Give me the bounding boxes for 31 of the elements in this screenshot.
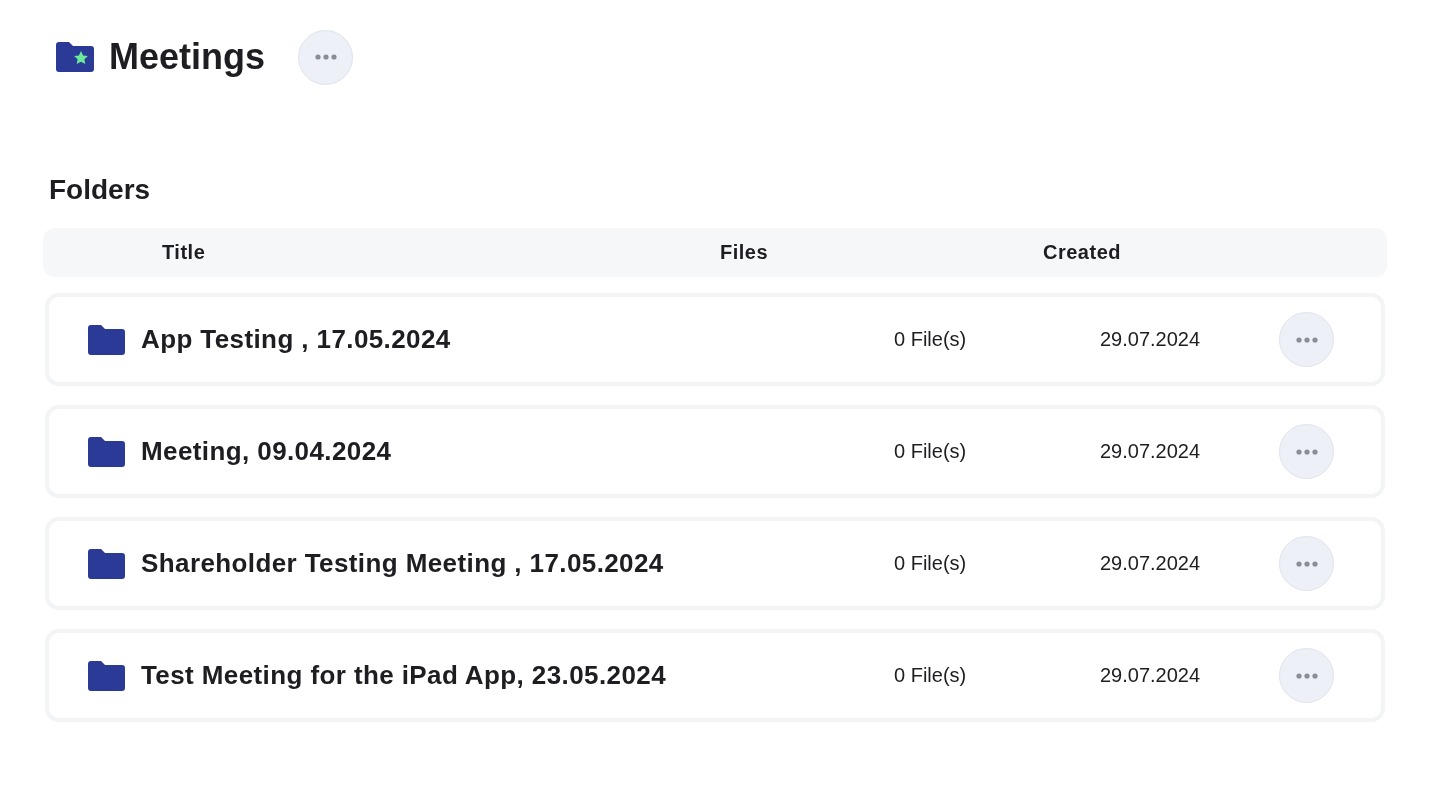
folder-title: App Testing , 17.05.2024 — [140, 324, 452, 355]
column-header: Created — [1043, 241, 1122, 264]
folder-icon — [88, 660, 125, 691]
created-date: 29.07.2024 — [1100, 328, 1202, 351]
created-date: 29.07.2024 — [1100, 552, 1202, 575]
column-header: Title — [162, 241, 207, 264]
more-icon — [1295, 560, 1318, 567]
folder-title: Test Meeting for the iPad App, 23.05.2024 — [140, 660, 667, 691]
folder-row[interactable]: Test Meeting for the iPad App, 23.05.2024 0 File(s) 29.07.2024 — [45, 629, 1385, 722]
files-count: 0 File(s) — [894, 440, 968, 463]
files-count: 0 File(s) — [894, 552, 968, 575]
folder-row[interactable]: App Testing , 17.05.2024 0 File(s) 29.07.2024 — [45, 293, 1385, 386]
folder-icon — [88, 324, 125, 355]
page-title: Meetings — [109, 36, 266, 78]
more-icon — [1295, 672, 1318, 679]
section-title: Folders — [49, 174, 152, 206]
files-count: 0 File(s) — [894, 664, 968, 687]
folder-title: Meeting, 09.04.2024 — [140, 436, 393, 467]
folder-icon — [88, 548, 125, 579]
column-header: Files — [720, 241, 770, 264]
more-icon — [1295, 448, 1318, 455]
more-icon — [314, 54, 337, 60]
folder-row[interactable]: Meeting, 09.04.2024 0 File(s) 29.07.2024 — [45, 405, 1385, 498]
folder-row[interactable]: Shareholder Testing Meeting , 17.05.2024 0 File(s) 29.07.2024 — [45, 517, 1385, 610]
files-count: 0 File(s) — [894, 328, 968, 351]
folder-title: Shareholder Testing Meeting , 17.05.2024 — [140, 548, 665, 579]
folder-icon — [88, 436, 125, 467]
star-folder-icon — [56, 42, 94, 72]
more-icon — [1295, 336, 1318, 343]
created-date: 29.07.2024 — [1100, 664, 1202, 687]
created-date: 29.07.2024 — [1100, 440, 1202, 463]
